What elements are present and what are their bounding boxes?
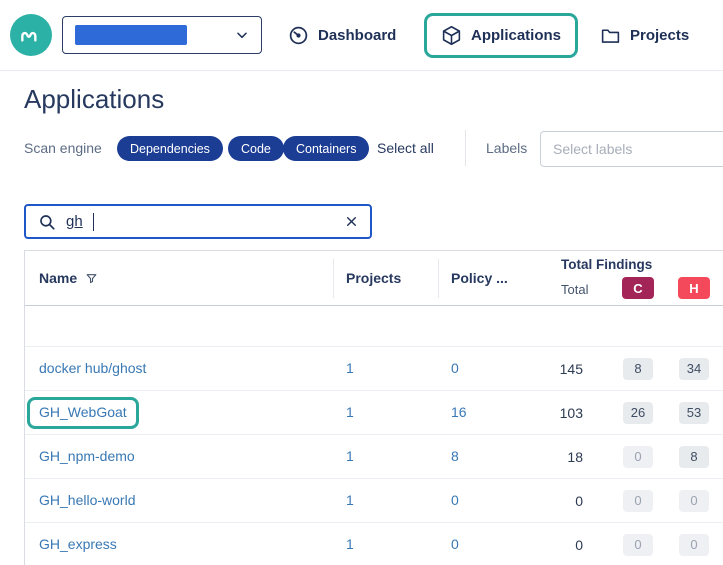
policy-violations-link[interactable]: 0 xyxy=(451,536,459,552)
column-header-name: Name xyxy=(39,270,98,286)
highlight-annotation: GH_WebGoat xyxy=(27,397,139,429)
applications-table: Name Projects Policy ... Total Findings … xyxy=(24,250,723,565)
scan-engine-pill-code[interactable]: Code xyxy=(228,136,284,161)
nav-applications[interactable]: Applications xyxy=(424,13,578,58)
table-row: docker hub/ghost 1 0 145 8 34 xyxy=(25,346,723,390)
column-divider xyxy=(438,259,439,298)
mend-logo-icon xyxy=(18,22,44,48)
projects-count-link[interactable]: 1 xyxy=(346,404,354,420)
critical-findings-badge: 8 xyxy=(623,358,653,380)
column-header-total: Total xyxy=(561,282,588,297)
page-title: Applications xyxy=(24,84,164,115)
column-header-policy: Policy ... xyxy=(451,270,508,286)
column-divider xyxy=(333,259,334,298)
scan-engine-pill-containers[interactable]: Containers xyxy=(283,136,369,161)
projects-count-link[interactable]: 1 xyxy=(346,448,354,464)
table-row: GH_hello-world 1 0 0 0 0 xyxy=(25,478,723,522)
critical-findings-badge: 0 xyxy=(623,490,653,512)
projects-folder-icon xyxy=(600,25,621,46)
policy-violations-link[interactable]: 8 xyxy=(451,448,459,464)
high-severity-badge: H xyxy=(678,277,710,299)
application-link[interactable]: GH_npm-demo xyxy=(39,448,135,464)
application-link[interactable]: docker hub/ghost xyxy=(39,360,146,376)
table-header-row: Name Projects Policy ... Total Findings … xyxy=(25,251,723,306)
application-link[interactable]: GH_hello-world xyxy=(39,492,135,508)
dashboard-icon xyxy=(288,25,309,46)
select-all-link[interactable]: Select all xyxy=(377,140,434,156)
filter-divider xyxy=(465,130,466,166)
critical-severity-badge: C xyxy=(622,277,654,299)
high-findings-badge: 0 xyxy=(679,534,709,556)
nav-applications-label: Applications xyxy=(471,27,561,44)
critical-findings-badge: 26 xyxy=(623,402,653,424)
redacted-org-name xyxy=(75,25,187,45)
projects-count-link[interactable]: 1 xyxy=(346,360,354,376)
application-search-input[interactable]: gh xyxy=(24,204,372,239)
search-query-text: gh xyxy=(66,213,83,230)
column-header-projects: Projects xyxy=(346,270,401,286)
app-root: Dashboard Applications Projects Applicat… xyxy=(0,0,723,565)
labels-select-input[interactable] xyxy=(540,131,723,167)
table-row: GH_npm-demo 1 8 18 0 8 xyxy=(25,434,723,478)
applications-icon xyxy=(441,25,462,46)
nav-dashboard[interactable]: Dashboard xyxy=(288,0,396,71)
projects-count-link[interactable]: 1 xyxy=(346,536,354,552)
top-navigation-bar: Dashboard Applications Projects xyxy=(0,0,723,71)
total-findings-value: 0 xyxy=(539,493,610,509)
chevron-down-icon xyxy=(235,28,249,42)
scan-engine-pill-dependencies[interactable]: Dependencies xyxy=(117,136,223,161)
application-link[interactable]: GH_express xyxy=(39,536,117,552)
high-findings-badge: 8 xyxy=(679,446,709,468)
projects-count-link[interactable]: 1 xyxy=(346,492,354,508)
table-row: GH_express 1 0 0 0 0 xyxy=(25,522,723,565)
policy-violations-link[interactable]: 16 xyxy=(451,404,467,420)
total-findings-value: 145 xyxy=(539,361,610,377)
total-findings-value: 0 xyxy=(539,537,610,553)
nav-projects[interactable]: Projects xyxy=(600,0,689,71)
total-findings-value: 18 xyxy=(539,449,610,465)
scan-engine-label: Scan engine xyxy=(24,140,102,156)
labels-label: Labels xyxy=(486,140,527,156)
high-findings-badge: 34 xyxy=(679,358,709,380)
clear-search-button[interactable] xyxy=(345,215,358,228)
search-icon xyxy=(38,213,56,231)
policy-violations-link[interactable]: 0 xyxy=(451,492,459,508)
application-link[interactable]: GH_WebGoat xyxy=(39,404,127,420)
table-empty-row xyxy=(25,306,723,346)
high-findings-badge: 53 xyxy=(679,402,709,424)
mend-logo[interactable] xyxy=(10,14,52,56)
nav-projects-label: Projects xyxy=(630,27,689,44)
critical-findings-badge: 0 xyxy=(623,446,653,468)
column-header-name-label: Name xyxy=(39,270,77,286)
critical-findings-badge: 0 xyxy=(623,534,653,556)
policy-violations-link[interactable]: 0 xyxy=(451,360,459,376)
high-findings-badge: 0 xyxy=(679,490,709,512)
text-cursor xyxy=(93,213,94,231)
filter-funnel-icon[interactable] xyxy=(85,272,98,285)
org-selector-dropdown[interactable] xyxy=(62,16,262,54)
total-findings-value: 103 xyxy=(539,405,610,421)
table-row: GH_WebGoat 1 16 103 26 53 xyxy=(25,390,723,434)
nav-dashboard-label: Dashboard xyxy=(318,27,396,44)
column-header-total-findings: Total Findings xyxy=(561,257,652,272)
